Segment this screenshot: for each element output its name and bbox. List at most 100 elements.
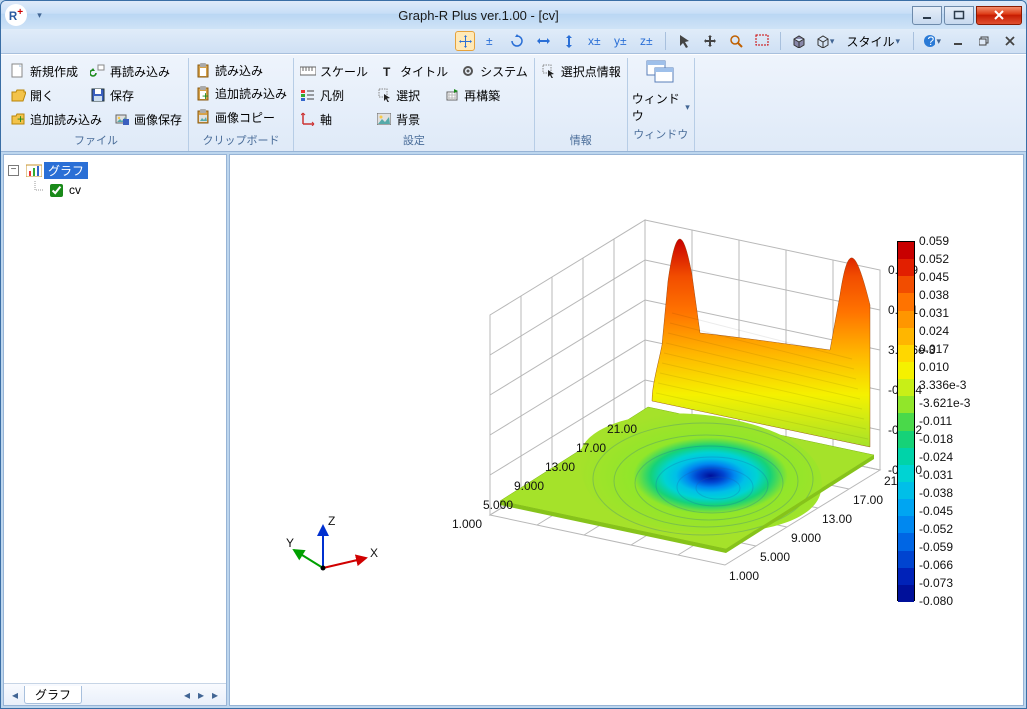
pan-tool-icon[interactable] — [455, 31, 475, 51]
rebuild-label: 再構築 — [464, 87, 500, 104]
x-tick-label: 17.00 — [576, 441, 606, 455]
open-button[interactable]: 開く — [8, 84, 56, 106]
tab-scroll-right-icon[interactable]: ▸ — [208, 688, 222, 702]
style-dropdown[interactable]: スタイル ▾ — [841, 31, 905, 51]
group-settings: スケール Tタイトル システム 凡例 選択 再構築 軸 背景 設定 — [294, 58, 535, 151]
help-icon[interactable]: ?▾ — [922, 31, 942, 51]
cube-wire-icon[interactable]: ▾ — [815, 31, 835, 51]
tab-scroll-left-icon[interactable]: ◂ — [8, 688, 22, 702]
quick-access-toolbar: ホーム ± x± y± z± ▾ スタイル ▾ ?▾ — [1, 29, 1026, 54]
chart-icon — [26, 162, 42, 178]
system-button[interactable]: システム — [458, 60, 530, 82]
pointer-tool-icon[interactable] — [674, 31, 694, 51]
save-button[interactable]: 保存 — [88, 84, 136, 106]
compass-x-label: X — [370, 546, 378, 560]
mdi-close-icon[interactable] — [1000, 31, 1020, 51]
select-label: 選択 — [396, 87, 420, 104]
legend-value-label: -0.011 — [919, 415, 970, 433]
group-settings-caption: 設定 — [298, 130, 530, 151]
zoom-in-icon[interactable]: ± — [481, 31, 501, 51]
zoom-tool-icon[interactable] — [726, 31, 746, 51]
point-info-icon — [541, 63, 557, 79]
background-label: 背景 — [396, 111, 420, 128]
clip-load-button[interactable]: 読み込み — [193, 60, 289, 81]
clip-image-copy-button[interactable]: 画像コピー — [193, 107, 289, 128]
legend-segment — [898, 448, 914, 465]
svg-text:z±: z± — [640, 34, 653, 48]
move-x-icon[interactable] — [533, 31, 553, 51]
x-tick-label: 13.00 — [545, 460, 575, 474]
series-checkbox[interactable] — [50, 184, 63, 197]
svg-text:y±: y± — [614, 34, 627, 48]
axis-label: 軸 — [320, 111, 332, 128]
clip-append-button[interactable]: +追加読み込み — [193, 83, 289, 104]
legend-value-label: -0.073 — [919, 577, 970, 595]
window-button[interactable]: ウィンドウ▾ — [632, 58, 690, 124]
mdi-restore-icon[interactable] — [974, 31, 994, 51]
legend-button[interactable]: 凡例 — [298, 84, 346, 106]
legend-segment — [898, 276, 914, 293]
scale-label: スケール — [320, 63, 368, 80]
open-label: 開く — [30, 87, 54, 104]
reload-button[interactable]: 再読み込み — [88, 60, 172, 82]
rebuild-button[interactable]: 再構築 — [442, 84, 502, 106]
image-save-button[interactable]: 画像保存 — [112, 108, 184, 130]
legend-label: 凡例 — [320, 87, 344, 104]
close-button[interactable] — [976, 6, 1022, 25]
rotate-icon[interactable] — [507, 31, 527, 51]
maximize-button[interactable] — [944, 6, 974, 25]
zoom-y-icon[interactable]: y± — [611, 31, 631, 51]
cube-solid-icon[interactable] — [789, 31, 809, 51]
y-tick-label: 13.00 — [822, 512, 852, 526]
legend-value-label: -3.621e-3 — [919, 397, 970, 415]
qat-dropdown-icon[interactable]: ▾ — [33, 10, 45, 21]
group-info-caption: 情報 — [539, 130, 623, 151]
legend-value-label: 0.059 — [919, 235, 970, 253]
rect-select-icon[interactable] — [752, 31, 772, 51]
zoom-z-icon[interactable]: z± — [637, 31, 657, 51]
background-icon — [376, 111, 392, 127]
legend-value-label: 0.024 — [919, 325, 970, 343]
legend-segment — [898, 499, 914, 516]
collapse-icon[interactable]: − — [8, 165, 19, 176]
move-y-icon[interactable] — [559, 31, 579, 51]
mdi-minimize-icon[interactable] — [948, 31, 968, 51]
point-info-label: 選択点情報 — [561, 63, 621, 80]
scale-button[interactable]: スケール — [298, 60, 370, 82]
group-file: 新規作成 再読み込み 開く 保存 +追加読み込み 画像保存 ファイル — [4, 58, 189, 151]
title-button[interactable]: Tタイトル — [378, 60, 450, 82]
select-button[interactable]: 選択 — [374, 84, 422, 106]
clip-image-copy-label: 画像コピー — [215, 109, 275, 126]
clip-load-label: 読み込み — [215, 62, 263, 79]
group-window: ウィンドウ▾ ウィンドウ — [628, 58, 695, 151]
new-file-button[interactable]: 新規作成 — [8, 60, 80, 82]
tab-next-icon[interactable]: ▸ — [194, 688, 208, 702]
legend-segment — [898, 328, 914, 345]
tree-tab[interactable]: グラフ — [24, 686, 82, 704]
point-info-button[interactable]: 選択点情報 — [539, 60, 623, 82]
ribbon: 新規作成 再読み込み 開く 保存 +追加読み込み 画像保存 ファイル 読み込み … — [1, 54, 1026, 152]
legend-value-label: -0.052 — [919, 523, 970, 541]
tree-root-node[interactable]: − グラフ — [8, 161, 222, 179]
axis-button[interactable]: 軸 — [298, 108, 334, 130]
svg-text:?: ? — [928, 34, 935, 48]
reload-icon — [90, 63, 106, 79]
new-file-icon — [10, 63, 26, 79]
tree-leaf-node[interactable]: cv — [8, 181, 222, 199]
legend-value-label: 0.010 — [919, 361, 970, 379]
zoom-x-icon[interactable]: x± — [585, 31, 605, 51]
open-folder-icon — [10, 87, 26, 103]
append-load-button[interactable]: +追加読み込み — [8, 108, 104, 130]
legend-segment — [898, 379, 914, 396]
app-icon: R+ — [5, 4, 27, 26]
background-button[interactable]: 背景 — [374, 108, 422, 130]
separator — [665, 32, 666, 50]
plot-canvas[interactable]: 0.0590.0313.336e-3-0.024-0.052-0.080 21.… — [229, 154, 1024, 706]
append-load-label: 追加読み込み — [30, 111, 102, 128]
tab-prev-icon[interactable]: ◂ — [180, 688, 194, 702]
legend-value-label: -0.038 — [919, 487, 970, 505]
graph-tree[interactable]: − グラフ cv — [4, 155, 226, 683]
minimize-button[interactable] — [912, 6, 942, 25]
fit-view-icon[interactable] — [700, 31, 720, 51]
windows-icon — [645, 58, 677, 86]
